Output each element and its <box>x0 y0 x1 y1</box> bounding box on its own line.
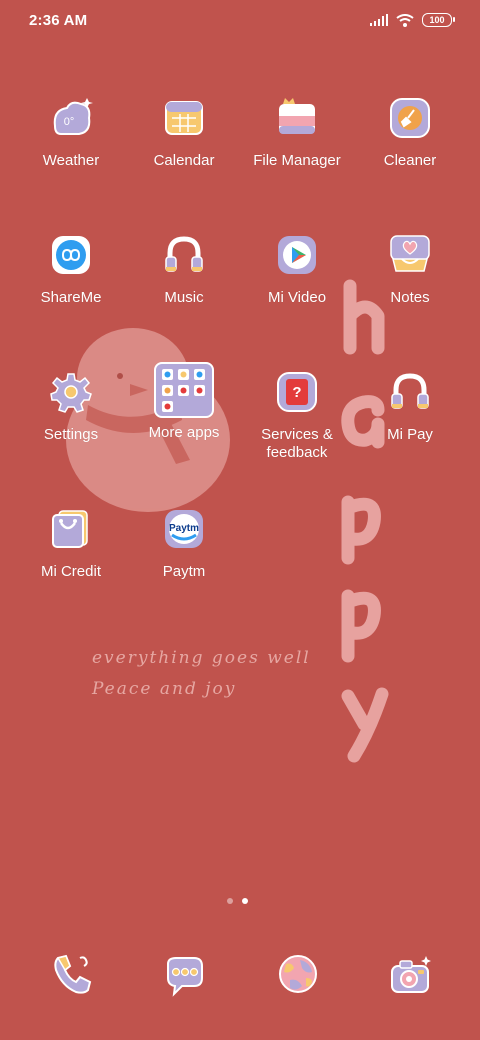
page-indicator <box>227 898 248 904</box>
heart-note-icon <box>390 235 430 272</box>
play-icon <box>278 236 316 274</box>
app-label: Mi Video <box>267 289 327 306</box>
app-mi-video[interactable]: Mi Video <box>241 233 353 307</box>
battery-level: 100 <box>429 15 445 25</box>
browser-globe-icon[interactable] <box>276 952 320 996</box>
page-dot-2[interactable] <box>242 898 248 904</box>
gear-icon <box>50 373 92 413</box>
message-icon[interactable] <box>162 954 206 998</box>
happy-lettering <box>341 279 389 763</box>
page-dot-1[interactable] <box>227 898 233 904</box>
app-label: Settings <box>43 426 99 443</box>
calendar-icon <box>165 101 203 135</box>
app-label: More apps <box>148 424 220 441</box>
svg-text:?: ? <box>292 384 301 401</box>
app-label: Mi Credit <box>40 563 101 580</box>
app-mi-pay[interactable]: Mi Pay <box>354 370 466 444</box>
paytm-logo: Paytm <box>165 510 203 548</box>
app-label: Music <box>164 289 204 306</box>
app-weather[interactable]: 0° Weather <box>15 96 127 170</box>
folder-icon <box>279 98 315 134</box>
wifi-icon <box>396 13 414 27</box>
bag-icon <box>52 510 88 548</box>
broom-icon <box>390 98 430 138</box>
svg-text:0°: 0° <box>64 116 75 128</box>
app-label: Weather <box>42 152 100 169</box>
status-bar: 2:36 AM 100 <box>0 0 480 44</box>
tagline-1: everything goes well <box>92 648 311 668</box>
folder-grid-icon <box>154 362 214 418</box>
question-icon: ? <box>277 372 317 412</box>
infinity-icon <box>52 236 90 274</box>
headphones-icon <box>165 236 203 272</box>
app-more-apps-folder[interactable]: More apps <box>128 362 240 442</box>
app-label: Notes <box>390 289 430 306</box>
app-paytm[interactable]: Paytm Paytm <box>128 507 240 581</box>
app-label: Paytm <box>162 563 206 580</box>
svg-text:Paytm: Paytm <box>169 523 199 534</box>
app-label: Cleaner <box>383 152 437 169</box>
app-label: Services & feedback <box>261 426 333 461</box>
app-file-manager[interactable]: File Manager <box>241 96 353 170</box>
app-label: ShareMe <box>40 289 102 306</box>
tagline-2: Peace and joy <box>92 679 237 699</box>
app-services-feedback[interactable]: ? Services & feedback <box>241 370 353 462</box>
app-label: Mi Pay <box>387 426 433 443</box>
status-time: 2:36 AM <box>29 12 88 29</box>
app-label: File Manager <box>253 152 341 169</box>
camera-icon[interactable] <box>388 954 432 998</box>
app-cleaner[interactable]: Cleaner <box>354 96 466 170</box>
app-music[interactable]: Music <box>128 233 240 307</box>
battery-icon: 100 <box>422 13 455 27</box>
app-label: Calendar <box>153 152 215 169</box>
app-mi-credit[interactable]: Mi Credit <box>15 507 127 581</box>
app-shareme[interactable]: ShareMe <box>15 233 127 307</box>
app-notes[interactable]: Notes <box>354 233 466 307</box>
headphones-icon <box>391 373 429 409</box>
signal-icon <box>370 14 388 26</box>
phone-icon[interactable] <box>50 952 94 996</box>
app-settings[interactable]: Settings <box>15 370 127 444</box>
weather-icon: 0° <box>53 98 93 135</box>
app-calendar[interactable]: Calendar <box>128 96 240 170</box>
